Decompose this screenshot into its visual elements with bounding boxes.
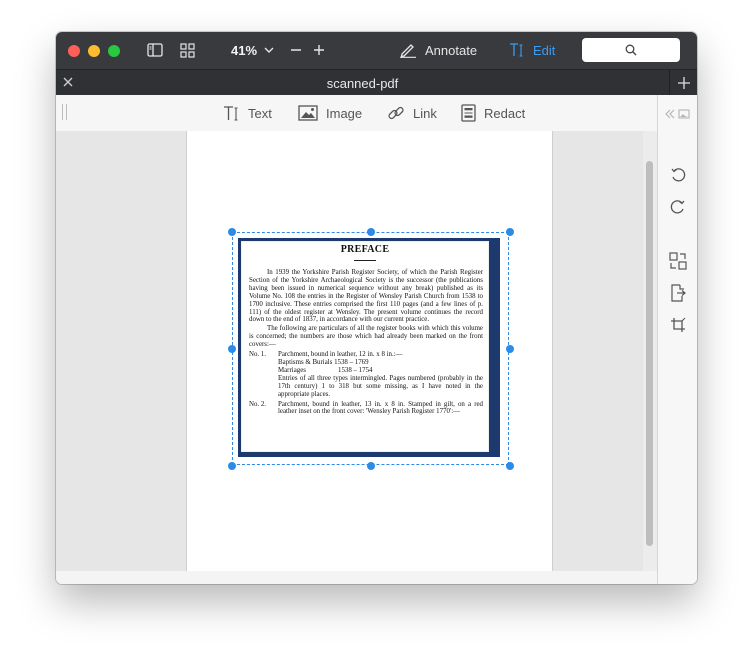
replace-image-icon <box>669 252 687 270</box>
resize-handle-top-right[interactable] <box>506 228 514 236</box>
image-tool-label: Image <box>326 105 363 121</box>
plus-icon <box>677 77 690 89</box>
edit-label: Edit <box>533 42 556 58</box>
resize-handle-right[interactable] <box>506 345 514 353</box>
link-tool-icon <box>388 106 404 120</box>
annotate-mode-button[interactable]: Annotate <box>399 40 477 60</box>
edit-toolbar: Text Image Link Redact <box>56 95 657 132</box>
image-tool-button[interactable]: Image <box>298 103 362 123</box>
redact-tool-button[interactable]: Redact <box>461 103 525 123</box>
resize-handle-bottom-left[interactable] <box>228 462 236 470</box>
bottom-bar <box>56 571 657 584</box>
toolbar-grip[interactable] <box>62 104 67 120</box>
sidebar-icon <box>147 43 163 57</box>
zoom-dropdown[interactable]: 41% <box>231 40 274 60</box>
tab-scanned-pdf[interactable]: scanned-pdf <box>56 76 669 91</box>
edit-mode-button[interactable]: Edit <box>509 40 555 60</box>
text-cursor-icon <box>510 43 523 57</box>
plus-icon <box>314 45 324 55</box>
resize-handle-bottom-right[interactable] <box>506 462 514 470</box>
link-tool-button[interactable]: Link <box>387 103 437 123</box>
close-window-button[interactable] <box>68 45 80 57</box>
main-toolbar: 41% Annotate Edit <box>56 32 697 69</box>
search-field[interactable] <box>582 38 680 62</box>
text-tool-button[interactable]: Text <box>223 103 272 123</box>
image-selection-box[interactable] <box>228 228 514 470</box>
image-tool-icon <box>298 105 318 121</box>
rotate-right-icon <box>670 200 685 214</box>
rotate-right-button[interactable] <box>669 198 687 216</box>
extract-image-icon <box>671 284 686 302</box>
page-grid-button[interactable] <box>180 40 195 60</box>
zoom-level: 41% <box>231 42 258 58</box>
resize-handle-left[interactable] <box>228 345 236 353</box>
annotate-label: Annotate <box>425 42 478 58</box>
app-window: 41% Annotate Edit scanned-pdf Text Image… <box>56 32 697 584</box>
extract-image-button[interactable] <box>669 284 687 302</box>
new-tab-button[interactable] <box>669 70 697 96</box>
rotate-left-button[interactable] <box>669 166 687 184</box>
chevron-down-icon <box>264 47 274 53</box>
zoom-in-button[interactable] <box>313 40 325 60</box>
tab-bar: scanned-pdf <box>56 69 697 96</box>
replace-image-button[interactable] <box>669 252 687 270</box>
text-tool-label: Text <box>248 105 272 121</box>
redact-tool-label: Redact <box>484 105 526 121</box>
collapse-sidebar-button[interactable] <box>665 105 691 123</box>
zoom-out-button[interactable] <box>290 40 302 60</box>
crop-image-button[interactable] <box>669 316 687 334</box>
pen-icon <box>400 44 416 58</box>
search-icon <box>625 44 637 56</box>
resize-handle-top[interactable] <box>367 228 375 236</box>
resize-handle-bottom[interactable] <box>367 462 375 470</box>
crop-icon <box>671 317 686 332</box>
rotate-left-icon <box>671 168 686 182</box>
image-tools-sidebar <box>657 95 697 584</box>
grid-icon <box>180 42 195 58</box>
minus-icon <box>291 49 301 51</box>
pdf-page[interactable]: PREFACE In 1939 the Yorkshire Parish Reg… <box>186 131 553 571</box>
maximize-window-button[interactable] <box>108 45 120 57</box>
resize-handle-top-left[interactable] <box>228 228 236 236</box>
collapse-icon <box>665 109 690 119</box>
minimize-window-button[interactable] <box>88 45 100 57</box>
sidebar-toggle-button[interactable] <box>147 40 163 60</box>
scrollbar-thumb[interactable] <box>646 161 653 546</box>
text-tool-icon <box>224 105 238 121</box>
document-view[interactable]: PREFACE In 1939 the Yorkshire Parish Reg… <box>56 131 657 584</box>
link-tool-label: Link <box>413 105 437 121</box>
redact-tool-icon <box>461 104 476 122</box>
